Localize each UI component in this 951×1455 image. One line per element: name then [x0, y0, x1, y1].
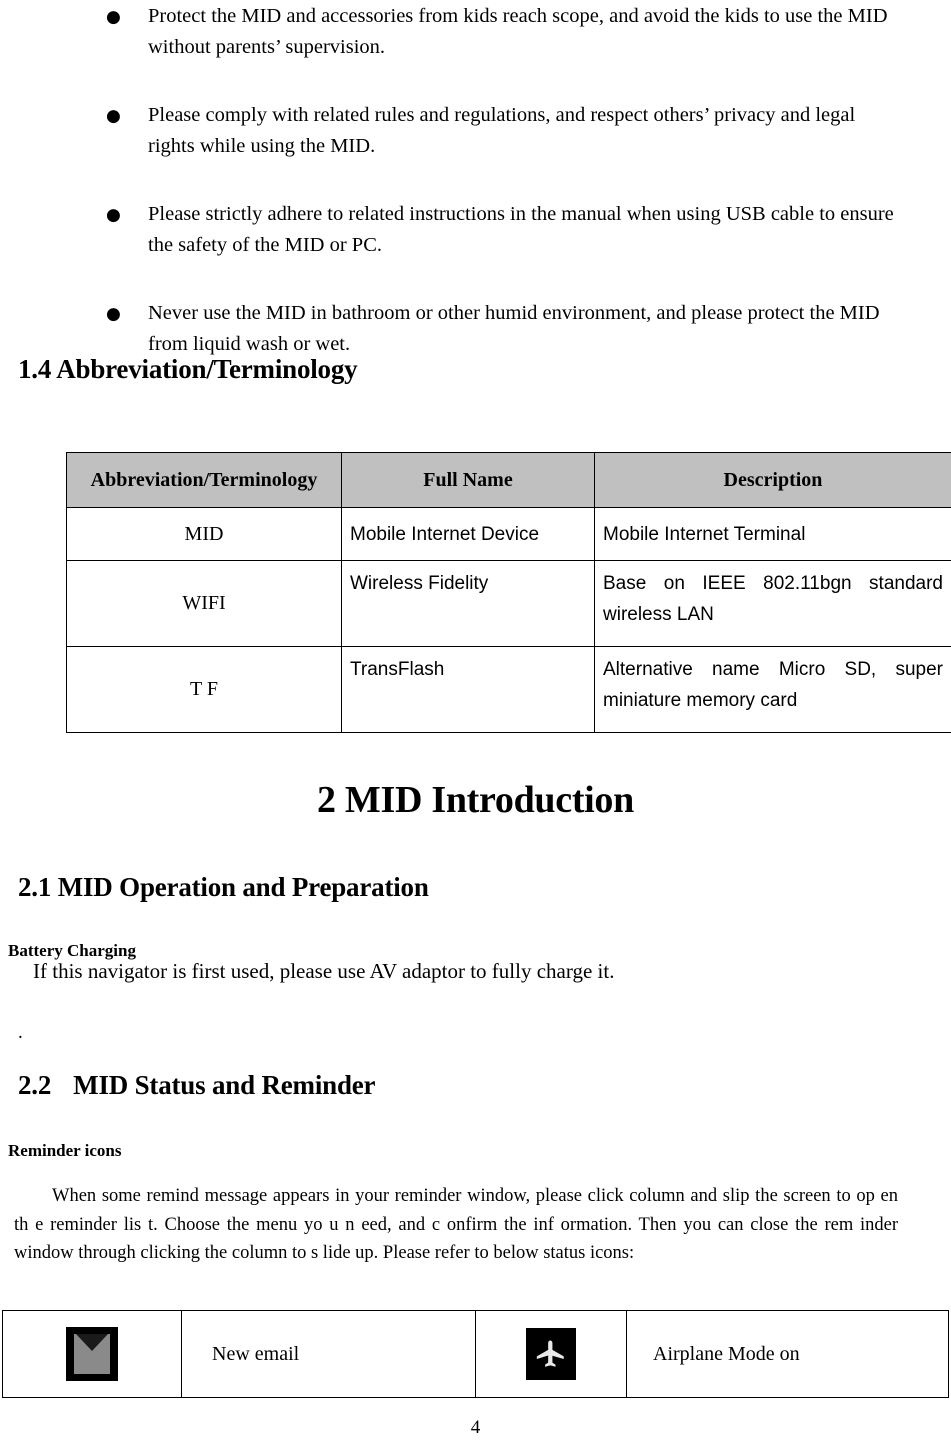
- heading-section-2-2: 2.2 MID Status and Reminder: [18, 1070, 376, 1101]
- bullet-icon: ●: [106, 304, 121, 324]
- airplane-icon: [526, 1328, 576, 1380]
- cell-abbreviation: T F: [66, 646, 342, 733]
- list-item-text: Please strictly adhere to related instru…: [148, 203, 894, 256]
- list-item: ● Never use the MID in bathroom or other…: [0, 298, 951, 360]
- cell-description: Alternative name Micro SD, super miniatu…: [594, 646, 951, 733]
- column-header-abbreviation: Abbreviation/Terminology: [66, 452, 342, 508]
- cell-description: Mobile Internet Terminal: [594, 507, 951, 561]
- page-number: 4: [470, 1417, 481, 1438]
- cell-airplane-label: Airplane Mode on: [626, 1310, 949, 1398]
- heading-section-2-2-number: 2.2: [18, 1070, 52, 1100]
- column-header-description: Description: [594, 452, 951, 508]
- paragraph-reminder-instructions: When some remind message appears in your…: [14, 1182, 898, 1268]
- cell-full-name: TransFlash: [341, 646, 595, 733]
- label-reminder-icons: Reminder icons: [8, 1141, 122, 1160]
- list-item: ● Please strictly adhere to related inst…: [0, 199, 951, 261]
- document-page: ● Protect the MID and accessories from k…: [0, 0, 951, 1455]
- cell-airplane-icon: [475, 1310, 627, 1398]
- bullet-icon: ●: [106, 205, 121, 225]
- bullet-icon: ●: [106, 106, 121, 126]
- paragraph-text: When some remind message appears in your…: [14, 1186, 898, 1263]
- email-icon: [66, 1327, 118, 1381]
- cell-email-label: New email: [181, 1310, 476, 1398]
- heading-section-2-1: 2.1 MID Operation and Preparation: [18, 872, 429, 902]
- safety-bullet-list: ● Protect the MID and accessories from k…: [0, 0, 951, 397]
- cell-abbreviation: WIFI: [66, 560, 342, 647]
- heading-section-1-4: 1.4 Abbreviation/Terminology: [18, 354, 358, 384]
- cell-abbreviation: MID: [66, 507, 342, 561]
- abbreviation-table: Abbreviation/Terminology Full Name Descr…: [66, 452, 951, 733]
- table-row: WIFI Wireless Fidelity Base on IEEE 802.…: [66, 560, 951, 647]
- status-label-new-email: New email: [212, 1342, 300, 1365]
- status-label-airplane-mode: Airplane Mode on: [653, 1342, 800, 1365]
- text-battery-charging: If this navigator is first used, please …: [33, 959, 615, 983]
- cell-full-name: Wireless Fidelity: [341, 560, 595, 647]
- bullet-icon: ●: [106, 7, 121, 27]
- cell-email-icon: [2, 1310, 182, 1398]
- list-item-text: Protect the MID and accessories from kid…: [148, 5, 888, 58]
- list-item-text: Please comply with related rules and reg…: [148, 104, 856, 157]
- list-item-text: Never use the MID in bathroom or other h…: [148, 302, 880, 355]
- table-row: MID Mobile Internet Device Mobile Intern…: [66, 507, 951, 561]
- column-header-full-name: Full Name: [341, 452, 595, 508]
- table-row: New email Airplane Mode on: [2, 1310, 949, 1398]
- cell-full-name: Mobile Internet Device: [341, 507, 595, 561]
- list-item: ● Protect the MID and accessories from k…: [0, 1, 951, 63]
- stray-period-mark: .: [18, 1022, 23, 1043]
- table-header-row: Abbreviation/Terminology Full Name Descr…: [66, 452, 951, 508]
- list-item: ● Please comply with related rules and r…: [0, 100, 951, 162]
- cell-description: Base on IEEE 802.11bgn standard wireless…: [594, 560, 951, 647]
- table-row: T F TransFlash Alternative name Micro SD…: [66, 646, 951, 733]
- heading-chapter-2: 2 MID Introduction: [317, 779, 634, 821]
- status-icons-table: New email Airplane Mode on: [2, 1310, 949, 1398]
- heading-section-2-2-title: MID Status and Reminder: [73, 1070, 376, 1100]
